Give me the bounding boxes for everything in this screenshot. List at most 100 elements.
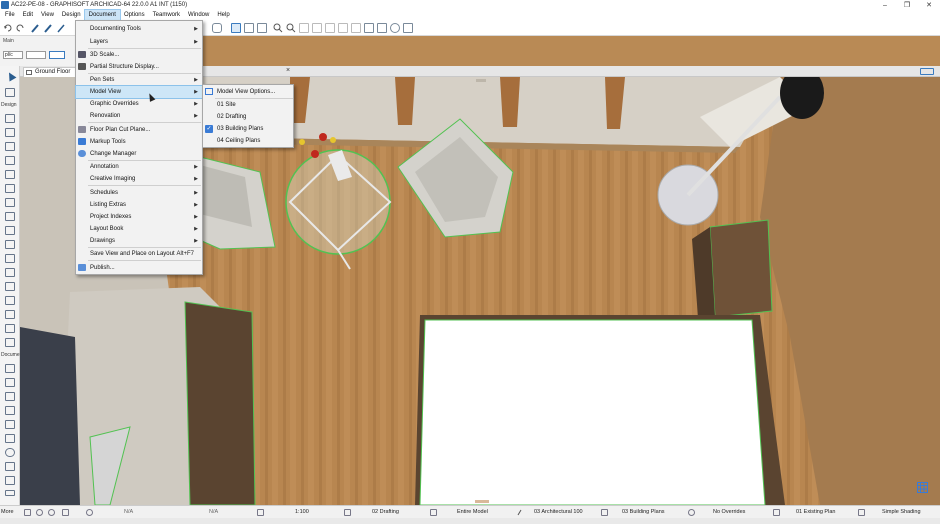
menu-item-3d-scale[interactable]: 3D Scale... [76,49,202,61]
toolbox-more-label[interactable]: More [1,509,14,515]
stair-tool-icon[interactable] [5,184,15,193]
orbit-icon[interactable] [62,509,69,516]
wall-tool-icon[interactable] [5,114,15,123]
text-tool-icon[interactable] [5,392,15,401]
grid-snap-icon[interactable] [257,23,267,33]
menu-item-documenting-tools[interactable]: Documenting Tools ▶ [76,23,202,35]
window-tool-icon[interactable] [5,170,15,179]
submenu-item-model-view-options[interactable]: Model View Options... [203,86,293,98]
restore-button[interactable]: ❐ [896,0,918,10]
lamp-tool-icon[interactable] [5,338,15,347]
railing-tool-icon[interactable] [5,198,15,207]
line-tool-icon[interactable] [5,434,15,443]
menu-edit[interactable]: Edit [19,10,37,20]
tab-overview-icon[interactable] [920,68,934,75]
level-dimension-tool-icon[interactable] [5,378,15,387]
split-icon[interactable] [325,23,335,33]
roof-tool-icon[interactable] [5,212,15,221]
menu-item-drawings[interactable]: Drawings ▶ [76,235,202,247]
drawing-tool-icon[interactable] [5,476,15,485]
redo-icon[interactable] [15,23,25,33]
undo-icon[interactable] [3,23,13,33]
menu-item-renovation[interactable]: Renovation ▶ [76,110,202,122]
skylight-tool-icon[interactable] [5,240,15,249]
menu-item-layout-book[interactable]: Layout Book ▶ [76,223,202,235]
fit-window-icon[interactable] [86,509,93,516]
fill-tool-icon[interactable] [5,420,15,429]
door-tool-icon[interactable] [5,156,15,165]
zoom-in-icon[interactable] [36,509,43,516]
zoom-out-icon[interactable] [48,509,55,516]
submenu-item-01-site[interactable]: 01 Site [203,99,293,111]
status-na-2[interactable]: N/A [209,509,218,515]
zoom-icon[interactable] [273,23,283,33]
offset-icon[interactable] [312,23,322,33]
status-renovation-filter[interactable]: 01 Existing Plan [796,509,835,515]
menu-item-markup-tools[interactable]: Markup Tools [76,136,202,148]
status-na-1[interactable]: N/A [124,509,133,515]
menu-item-layers[interactable]: Layers ▶ [76,36,202,48]
menu-item-project-indexes[interactable]: Project Indexes ▶ [76,211,202,223]
object-tool-icon[interactable] [5,296,15,305]
beam-tool-icon[interactable] [5,142,15,151]
snap-guides-icon[interactable] [244,23,254,33]
arc-tool-icon[interactable] [5,448,15,457]
3d-navigation-icon[interactable] [403,23,413,33]
mesh-tool-icon[interactable] [5,324,15,333]
status-pen-set[interactable]: 03 Architectural 100 [534,509,583,515]
morph-tool-icon[interactable] [5,282,15,291]
menu-teamwork[interactable]: Teamwork [149,10,184,20]
column-tool-icon[interactable] [5,128,15,137]
info-box-field-1[interactable]: pl/c [3,51,23,59]
adjust-icon[interactable] [338,23,348,33]
menu-item-annotation[interactable]: Annotation ▶ [76,161,202,173]
menu-options[interactable]: Options [120,10,149,20]
dimension-tool-icon[interactable] [5,364,15,373]
section-tool-icon[interactable] [5,490,15,496]
label-tool-icon[interactable] [5,406,15,415]
inject-icon[interactable] [43,23,53,33]
minimize-button[interactable]: – [874,0,896,10]
menu-item-change-manager[interactable]: Change Manager [76,148,202,160]
menu-view[interactable]: View [37,10,58,20]
status-layer-combination[interactable]: 02 Drafting [372,509,399,515]
status-3d-shading[interactable]: Simple Shading [882,509,921,515]
eyedropper-icon[interactable] [56,23,66,33]
status-model-view[interactable]: 03 Building Plans [622,509,665,515]
section-icon[interactable] [377,23,387,33]
pan-icon[interactable] [286,23,296,33]
menu-item-creative-imaging[interactable]: Creative Imaging ▶ [76,173,202,185]
arrow-tool-icon[interactable] [5,72,15,81]
polyline-tool-icon[interactable] [5,462,15,471]
menu-item-floor-plan-cut-plane[interactable]: Floor Plan Cut Plane... [76,124,202,136]
gravity-icon[interactable] [231,23,241,33]
status-structure-display[interactable]: Entire Model [457,509,488,515]
menu-help[interactable]: Help [213,10,233,20]
status-graphic-overrides[interactable]: No Overrides [713,509,745,515]
pick-up-icon[interactable] [30,23,40,33]
menu-item-pen-sets[interactable]: Pen Sets ▶ [76,74,202,86]
menu-item-listing-extras[interactable]: Listing Extras ▶ [76,199,202,211]
menu-design[interactable]: Design [58,10,85,20]
3d-window-icon[interactable] [390,23,400,33]
close-window-button[interactable]: ✕ [918,0,940,10]
menu-document[interactable]: Document [83,9,121,21]
submenu-item-02-drafting[interactable]: 02 Drafting [203,111,293,123]
menu-item-publish[interactable]: Publish... [76,262,202,274]
status-scale[interactable]: 1:100 [295,509,309,515]
menu-item-model-view[interactable]: Model View ▶ [75,85,203,99]
menu-item-partial-structure-display[interactable]: Partial Structure Display... [76,61,202,73]
menu-item-save-view-place-on-layout[interactable]: Save View and Place on Layout Alt+F7 [76,248,202,260]
lock-icon[interactable] [212,23,222,33]
menu-window[interactable]: Window [184,10,213,20]
navigator-grid-icon[interactable] [917,482,928,493]
menu-file[interactable]: File [1,10,19,20]
zone-tool-icon[interactable] [5,310,15,319]
info-box-selection-icon[interactable] [49,51,65,59]
curtain-wall-tool-icon[interactable] [5,268,15,277]
measure-icon[interactable] [299,23,309,33]
menu-item-schedules[interactable]: Schedules ▶ [76,187,202,199]
submenu-item-03-building-plans[interactable]: ✓ 03 Building Plans [203,123,293,135]
info-box-field-2[interactable] [26,51,46,59]
shell-tool-icon[interactable] [5,226,15,235]
